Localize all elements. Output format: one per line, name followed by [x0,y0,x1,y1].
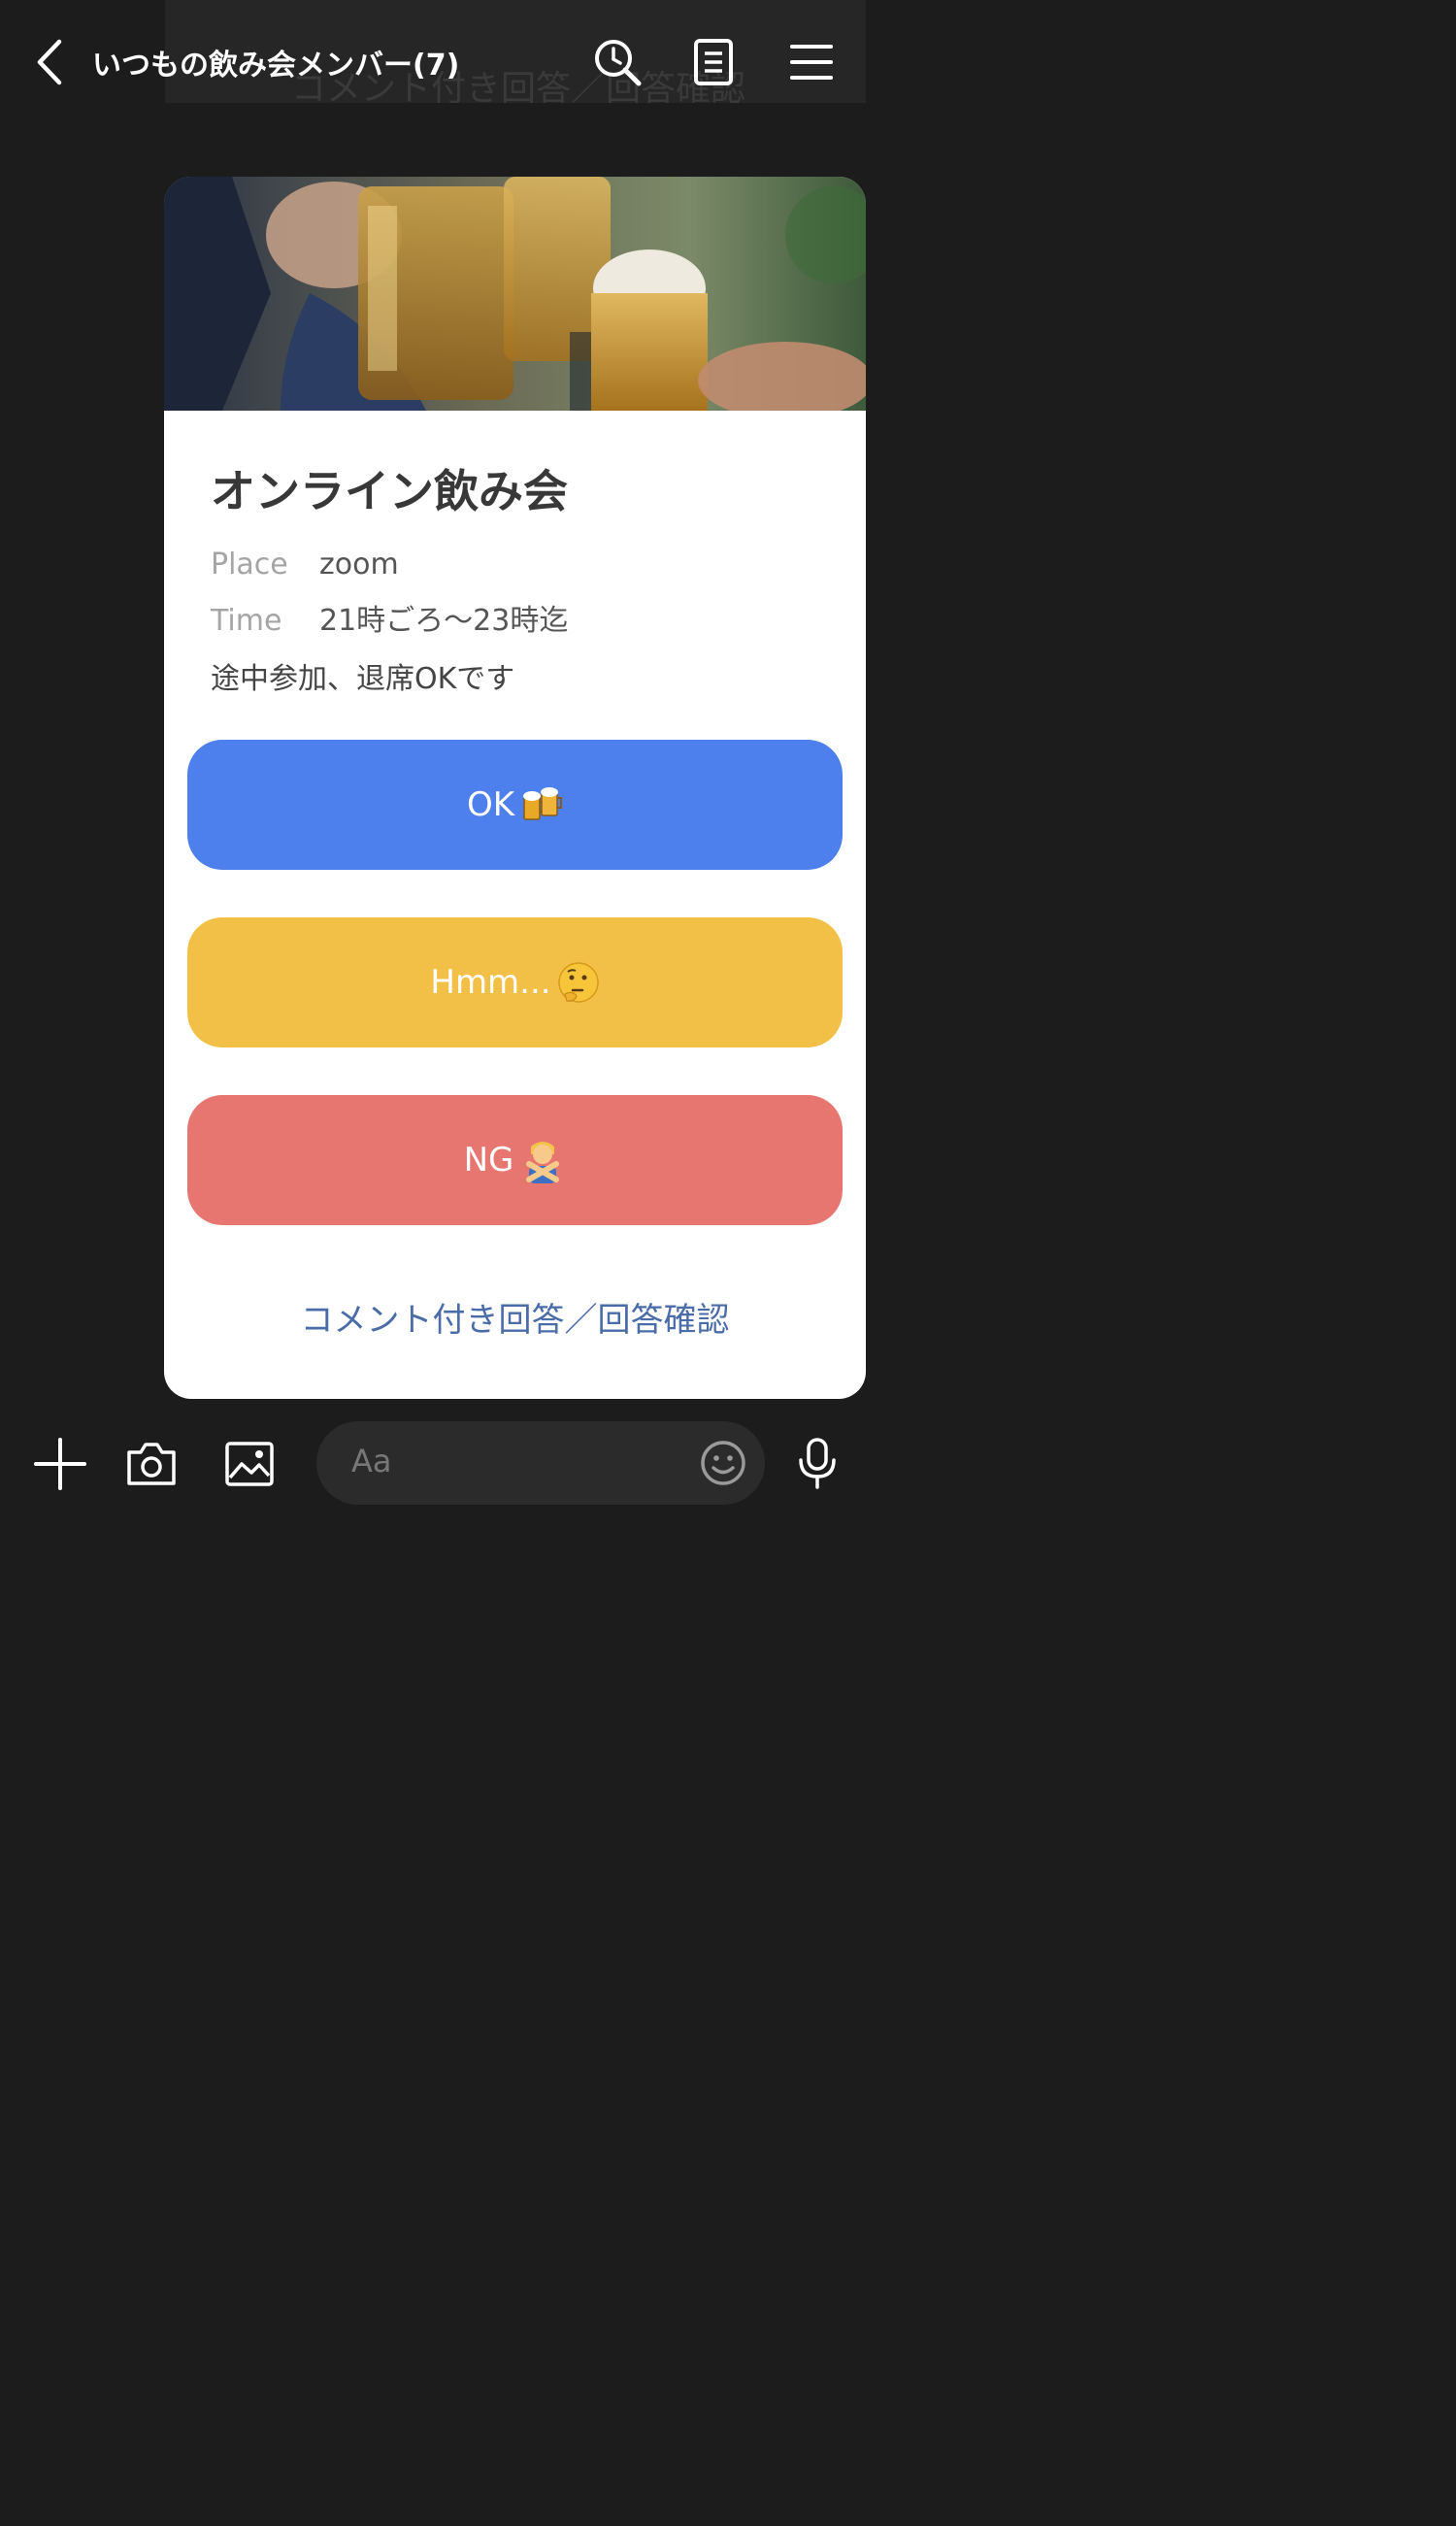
back-button[interactable] [25,35,72,89]
beer-mugs-icon [520,786,563,823]
notes-button[interactable] [687,35,742,89]
emoji-icon [701,1441,745,1485]
thinking-face-icon [557,961,600,1004]
time-value: 21時ごろ〜23時迄 [319,604,569,638]
camera-button[interactable] [122,1435,181,1493]
chat-header: コメント付き回答／回答確認 いつもの飲み会メンバー(7) [0,0,877,126]
ng-button[interactable]: NG [187,1095,843,1225]
microphone-icon [799,1438,836,1489]
info-row-time: Time 21時ごろ〜23時迄 [211,596,568,639]
event-title: オンライン飲み会 [211,465,568,517]
camera-icon [127,1443,176,1485]
ok-button[interactable]: OK [187,740,843,870]
event-card: オンライン飲み会 Place zoom Time 21時ごろ〜23時迄 途中参加、退… [164,177,866,1399]
no-gesture-icon [519,1137,566,1183]
message-input[interactable]: Aa [316,1421,765,1505]
emoji-button[interactable] [697,1437,749,1489]
menu-button[interactable] [784,35,839,89]
hmm-button[interactable]: Hmm... [187,917,843,1047]
input-bar: Aa [0,1402,877,1522]
place-value: zoom [319,548,399,582]
place-label: Place [211,548,288,582]
back-icon [37,39,62,85]
microphone-button[interactable] [788,1435,846,1493]
hmm-button-label: Hmm... [430,963,551,1002]
comment-answer-link[interactable]: コメント付き回答／回答確認 [164,1293,866,1341]
chat-title: いつもの飲み会メンバー(7) [92,49,460,83]
menu-icon [790,45,833,80]
info-row-place: Place zoom [211,548,399,582]
hero-image [164,177,866,411]
input-placeholder: Aa [351,1443,392,1479]
search-button[interactable] [590,35,645,89]
event-note: 途中参加、退席OKです [211,662,515,696]
notes-icon [694,39,733,85]
time-label: Time [211,604,282,638]
image-icon [225,1442,274,1486]
plus-button[interactable] [31,1435,89,1493]
plus-icon [34,1438,86,1490]
ng-button-label: NG [463,1141,514,1180]
image-button[interactable] [220,1435,279,1493]
ok-button-label: OK [466,785,515,824]
search-icon [595,40,642,86]
